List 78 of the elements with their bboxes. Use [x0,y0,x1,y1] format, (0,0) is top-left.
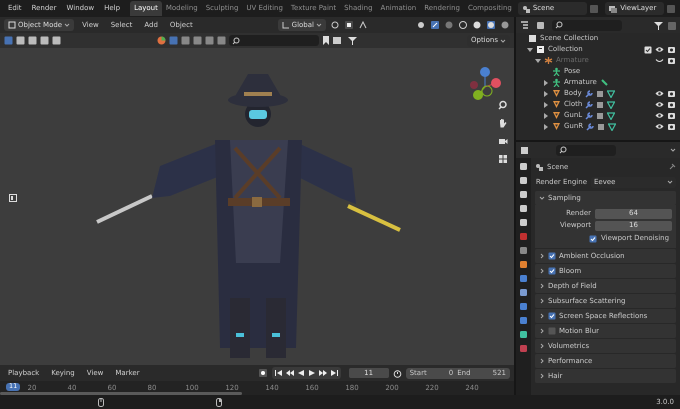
hand-icon[interactable] [498,118,508,128]
bookmark-icon[interactable] [322,36,330,45]
grid-icon[interactable] [498,154,508,164]
checkbox-icon[interactable] [548,312,556,320]
mouse-icon [216,398,222,406]
zoom-icon[interactable] [498,100,508,110]
chevron-icon [539,253,545,259]
solid-shading-icon[interactable] [472,20,482,30]
toolbar-toggle-icon[interactable] [9,194,17,202]
proportional-edit-icon[interactable] [358,20,368,30]
camera-icon[interactable] [667,111,676,120]
search-icon [555,21,563,29]
layers-icon [609,4,618,12]
modifier-wrench-icon [584,90,593,98]
filter-icon[interactable] [654,20,663,30]
pivot-icon[interactable] [330,20,340,30]
bone-figure-icon [552,78,561,87]
gizmo-toggle-icon[interactable] [430,20,440,30]
scene-collection-icon [528,34,537,43]
chevron-icon [539,313,545,319]
checkbox-icon[interactable] [548,267,556,275]
search-icon [232,36,240,44]
caret-icon[interactable] [670,147,676,153]
camera-icon[interactable] [667,89,676,98]
camera-icon[interactable] [667,100,676,109]
eye-icon[interactable] [655,45,664,54]
search-field[interactable] [229,35,319,46]
chevron-icon [539,358,545,364]
previous-keyframe-icon[interactable] [284,368,295,378]
chevron-icon [539,328,545,334]
modifier-wrench-icon [585,100,594,108]
chevron-icon [539,373,545,379]
search-icon [559,146,567,154]
record-button-icon[interactable] [258,368,268,378]
timeline-scrollbar[interactable] [0,392,242,395]
wireframe-shading-icon[interactable] [458,20,468,30]
bone-icon [600,78,609,87]
pin-icon[interactable] [668,163,676,171]
mesh-icon [552,100,561,109]
camera-icon[interactable] [667,56,676,65]
checkbox-icon[interactable] [644,46,652,54]
chevron-icon [539,195,545,201]
armature-icon [544,56,553,65]
chevron-icon [539,343,545,349]
material-shading-icon[interactable] [486,20,496,30]
mesh-icon [552,122,561,131]
mesh-icon [552,111,561,120]
camera-icon[interactable] [667,122,676,131]
scene-icon [522,4,530,12]
chevron-icon [539,283,545,289]
caret-icon [64,22,70,28]
mesh-icon [552,89,561,98]
pose-icon [552,67,561,76]
modifier-wrench-icon [586,122,594,130]
axes-icon [282,21,290,29]
snap-icon[interactable] [344,20,354,30]
filter-icon[interactable] [348,36,357,45]
caret-icon [316,22,322,28]
camera-icon[interactable] [667,45,676,54]
modifier-wrench-icon [585,112,594,120]
checkbox-icon[interactable] [589,234,597,242]
camera-icon[interactable] [498,136,508,146]
expand-arrow-icon[interactable] [527,46,533,52]
color-wheel-icon[interactable] [157,36,166,45]
search-field[interactable] [556,144,616,156]
mouse-icon [98,398,104,406]
scene-icon [535,163,543,171]
chevron-icon [539,298,545,304]
caret-icon [500,38,506,44]
checkbox-icon[interactable] [548,252,556,260]
checkbox-icon[interactable] [548,327,556,335]
chevron-icon [539,268,545,274]
next-keyframe-icon[interactable] [318,368,328,378]
caret-icon [667,179,673,185]
object-icon [8,21,16,29]
collection-icon [536,45,545,54]
stopwatch-icon[interactable] [392,368,402,378]
search-field[interactable] [552,20,622,30]
